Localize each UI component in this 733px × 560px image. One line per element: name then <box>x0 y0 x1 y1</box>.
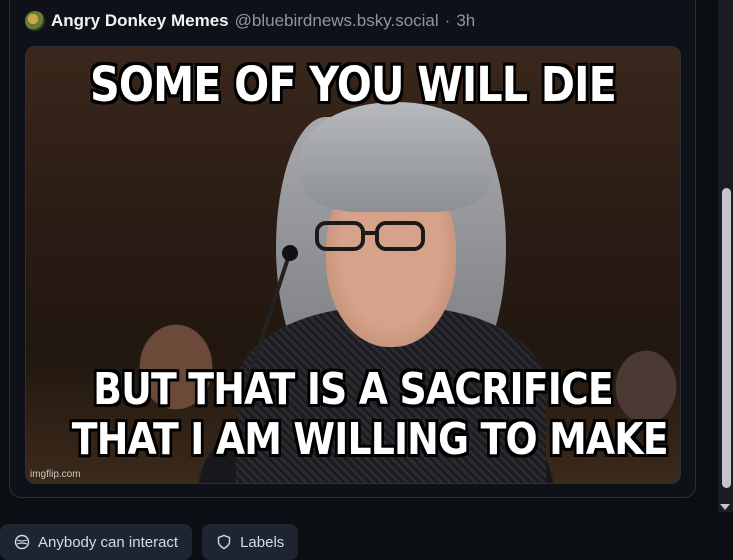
scrollbar-thumb[interactable] <box>722 188 731 488</box>
avatar[interactable] <box>25 11 45 31</box>
author-handle[interactable]: @bluebirdnews.bsky.social <box>235 11 439 31</box>
post-controls: Anybody can interact Labels <box>0 524 299 560</box>
meme-image[interactable]: SOME OF YOU WILL DIE BUT THAT IS A SACRI… <box>25 46 681 484</box>
post-header: Angry Donkey Memes @bluebirdnews.bsky.so… <box>25 8 475 34</box>
post-time[interactable]: 3h <box>456 11 475 31</box>
author-name[interactable]: Angry Donkey Memes <box>51 11 229 31</box>
interaction-settings-button[interactable]: Anybody can interact <box>0 524 193 560</box>
meme-bottom-caption-line2: THAT I AM WILLING TO MAKE <box>71 414 669 465</box>
scroll-down-arrow-icon[interactable] <box>720 504 730 510</box>
separator-dot: · <box>444 11 451 30</box>
meme-bottom-caption: BUT THAT IS A SACRIFICE THAT I AM WILLIN… <box>71 364 669 465</box>
meme-microphone <box>282 245 298 261</box>
scrollbar[interactable] <box>718 0 733 512</box>
labels-button[interactable]: Labels <box>202 524 299 560</box>
watermark: imgflip.com <box>30 469 81 480</box>
meme-top-caption: SOME OF YOU WILL DIE <box>89 57 617 113</box>
meme-figure-hair <box>301 102 491 212</box>
meme-bottom-caption-line1: BUT THAT IS A SACRIFICE <box>93 364 613 415</box>
meme-figure-glasses <box>315 221 425 251</box>
